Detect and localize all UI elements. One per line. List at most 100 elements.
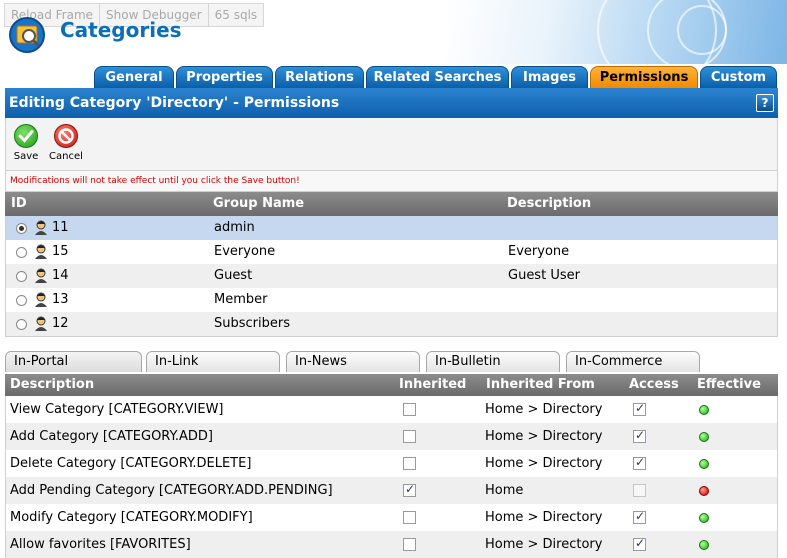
inherited-checkbox[interactable] bbox=[403, 430, 416, 443]
table-row: View Category [CATEGORY.VIEW] Home > Dire… bbox=[5, 396, 778, 423]
tab-properties[interactable]: Properties bbox=[176, 66, 273, 88]
group-id: 11 bbox=[52, 220, 69, 235]
column-header-inherited: Inherited bbox=[399, 377, 467, 392]
column-header-access: Access bbox=[629, 377, 679, 392]
access-checkbox[interactable] bbox=[633, 428, 646, 443]
table-row: Add Category [CATEGORY.ADD] Home > Direct… bbox=[5, 423, 778, 450]
tab-custom[interactable]: Custom bbox=[700, 66, 777, 88]
table-row[interactable]: 12 Subscribers bbox=[5, 312, 778, 336]
inherited-checkbox[interactable] bbox=[403, 511, 416, 524]
row-select-radio[interactable] bbox=[16, 271, 27, 282]
tab-general[interactable]: General bbox=[94, 66, 174, 88]
group-name: Subscribers bbox=[214, 316, 290, 331]
tab-related-searches[interactable]: Related Searches bbox=[366, 66, 509, 88]
group-name: Member bbox=[214, 292, 268, 307]
permission-description: Add Category [CATEGORY.ADD] bbox=[10, 429, 213, 444]
green-status-icon bbox=[699, 540, 709, 550]
user-group-icon bbox=[35, 316, 47, 331]
table-row[interactable]: 15 Everyone Everyone bbox=[5, 240, 778, 264]
inherited-from: Home > Directory bbox=[485, 429, 603, 444]
tab-permissions[interactable]: Permissions bbox=[590, 66, 698, 88]
group-id: 13 bbox=[52, 292, 69, 307]
group-name: Guest bbox=[214, 268, 253, 283]
table-row[interactable]: 11 admin bbox=[5, 216, 778, 240]
row-select-radio[interactable] bbox=[16, 247, 27, 258]
green-status-icon bbox=[699, 513, 709, 523]
page-title: Categories bbox=[60, 18, 182, 42]
inherited-from: Home > Directory bbox=[485, 510, 603, 525]
permission-description: View Category [CATEGORY.VIEW] bbox=[10, 402, 224, 417]
row-select-radio[interactable] bbox=[16, 295, 27, 306]
table-row: Modify Category [CATEGORY.MODIFY] Home > … bbox=[5, 504, 778, 531]
group-description: Guest User bbox=[508, 268, 580, 283]
inherited-from: Home > Directory bbox=[485, 402, 603, 417]
permissions-table-header: Description Inherited Inherited From Acc… bbox=[5, 374, 778, 396]
cancel-icon bbox=[54, 124, 78, 148]
inherited-checkbox[interactable] bbox=[403, 482, 416, 497]
row-select-radio[interactable] bbox=[16, 319, 27, 330]
access-checkbox[interactable] bbox=[633, 484, 646, 497]
tab-in-link[interactable]: In-Link bbox=[146, 351, 280, 372]
table-row: Delete Category [CATEGORY.DELETE] Home > … bbox=[5, 450, 778, 477]
column-header-inherited-from: Inherited From bbox=[486, 377, 595, 392]
user-group-icon bbox=[35, 220, 47, 235]
permission-description: Delete Category [CATEGORY.DELETE] bbox=[10, 456, 252, 471]
group-id: 15 bbox=[52, 244, 69, 259]
main-tabs: General Properties Relations Related Sea… bbox=[0, 66, 787, 88]
column-header-group-name[interactable]: Group Name bbox=[213, 192, 304, 216]
column-header-effective: Effective bbox=[697, 377, 761, 392]
sql-count: 65 sqls bbox=[214, 8, 258, 22]
group-description: Everyone bbox=[508, 244, 570, 259]
table-row: Allow favorites [FAVORITES] Home > Direct… bbox=[5, 531, 778, 558]
access-checkbox[interactable] bbox=[633, 509, 646, 524]
inherited-from: Home bbox=[485, 483, 524, 498]
table-row[interactable]: 14 Guest Guest User bbox=[5, 264, 778, 288]
inherited-from: Home > Directory bbox=[485, 537, 603, 552]
inherited-checkbox[interactable] bbox=[403, 538, 416, 551]
inherited-from: Home > Directory bbox=[485, 456, 603, 471]
column-header-id[interactable]: ID bbox=[11, 192, 27, 216]
user-group-icon bbox=[35, 244, 47, 259]
column-header-description: Description bbox=[10, 377, 95, 392]
permission-description: Modify Category [CATEGORY.MODIFY] bbox=[10, 510, 253, 525]
red-status-icon bbox=[699, 486, 709, 496]
row-select-radio[interactable] bbox=[16, 223, 27, 234]
tab-in-commerce[interactable]: In-Commerce bbox=[566, 351, 700, 372]
access-checkbox[interactable] bbox=[633, 536, 646, 551]
inherited-checkbox[interactable] bbox=[403, 403, 416, 416]
app-header: Reload Frame Show Debugger 65 sqls Categ… bbox=[0, 0, 787, 64]
group-id: 12 bbox=[52, 316, 69, 331]
groups-table-border bbox=[5, 336, 778, 337]
access-checkbox[interactable] bbox=[633, 401, 646, 416]
tab-in-news[interactable]: In-News bbox=[286, 351, 420, 372]
cancel-label: Cancel bbox=[49, 151, 83, 162]
categories-logo-icon bbox=[9, 17, 45, 53]
group-name: Everyone bbox=[214, 244, 276, 259]
green-status-icon bbox=[699, 432, 709, 442]
table-row[interactable]: 13 Member bbox=[5, 288, 778, 312]
user-group-icon bbox=[35, 292, 47, 307]
inherited-checkbox[interactable] bbox=[403, 457, 416, 470]
section-title: Editing Category 'Directory' - Permissio… bbox=[9, 95, 340, 111]
save-button[interactable]: Save bbox=[6, 124, 46, 162]
permission-description: Allow favorites [FAVORITES] bbox=[10, 537, 191, 552]
green-status-icon bbox=[699, 459, 709, 469]
tab-in-bulletin[interactable]: In-Bulletin bbox=[426, 351, 560, 372]
group-id: 14 bbox=[52, 268, 69, 283]
access-checkbox[interactable] bbox=[633, 455, 646, 470]
checkmark-icon bbox=[14, 124, 38, 148]
save-label: Save bbox=[13, 151, 39, 162]
tab-in-portal[interactable]: In-Portal bbox=[5, 351, 142, 372]
help-icon[interactable]: ? bbox=[756, 94, 774, 112]
header-decoration bbox=[447, 0, 787, 64]
save-warning-message: Modifications will not take effect until… bbox=[5, 170, 778, 192]
tab-relations[interactable]: Relations bbox=[275, 66, 364, 88]
green-status-icon bbox=[699, 405, 709, 415]
module-tabs: In-Portal In-Link In-News In-Bulletin In… bbox=[5, 351, 778, 372]
group-name: admin bbox=[214, 220, 255, 235]
column-header-description[interactable]: Description bbox=[507, 192, 591, 216]
table-row: Add Pending Category [CATEGORY.ADD.PENDI… bbox=[5, 477, 778, 504]
tab-images[interactable]: Images bbox=[511, 66, 588, 88]
user-group-icon bbox=[35, 268, 47, 283]
cancel-button[interactable]: Cancel bbox=[46, 124, 86, 162]
